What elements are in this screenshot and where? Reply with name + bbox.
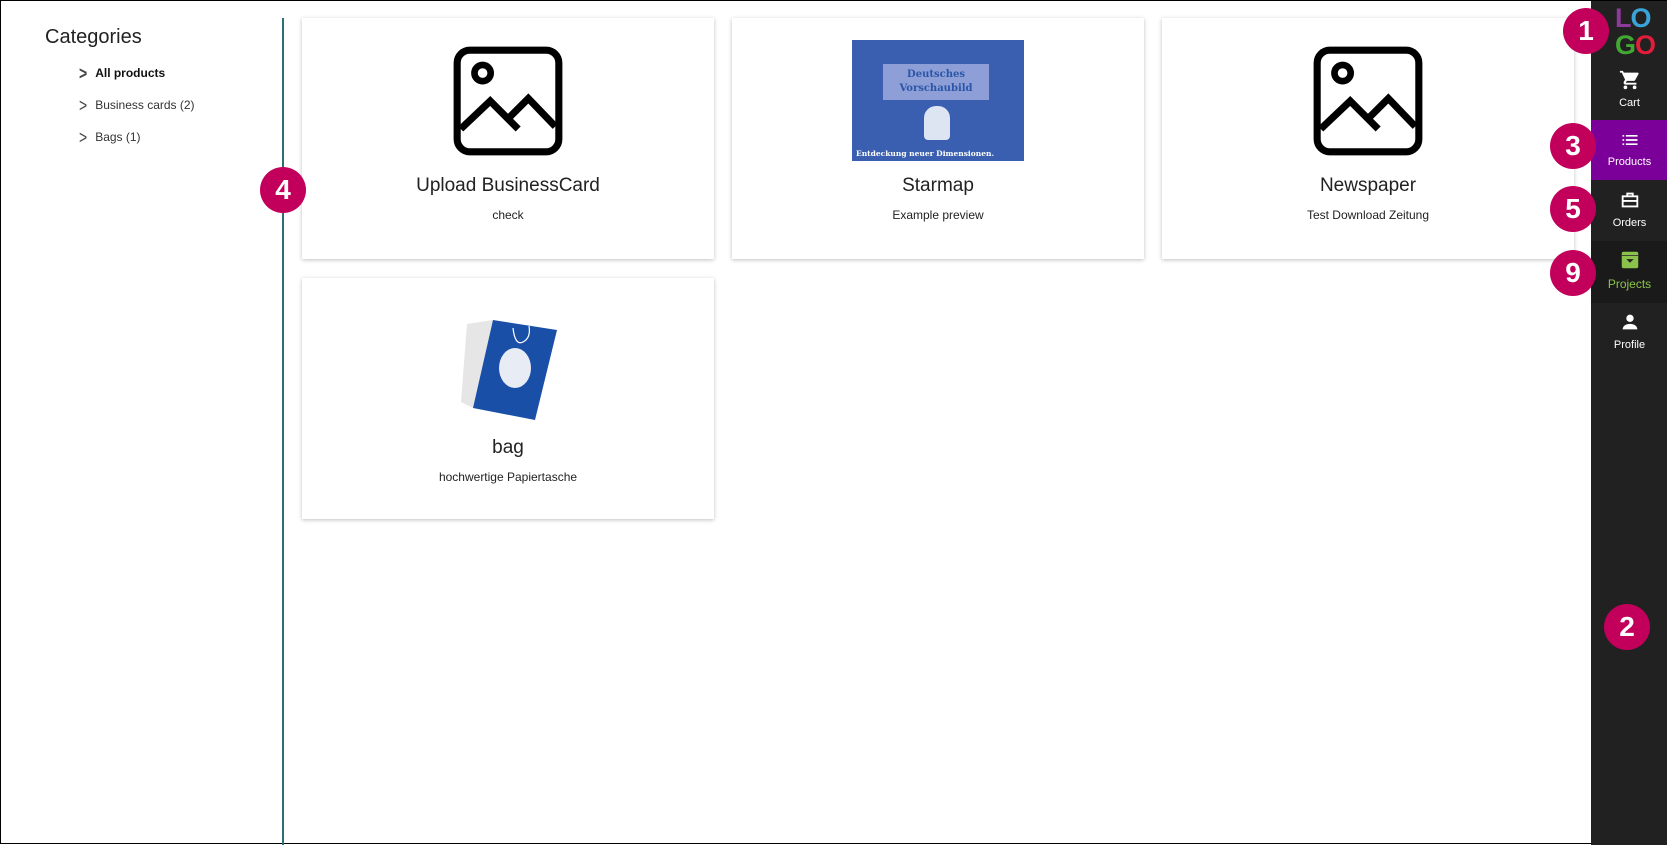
product-title: bag	[492, 437, 524, 458]
category-label: All products	[95, 66, 166, 80]
product-title: Upload BusinessCard	[416, 175, 600, 196]
product-subtitle: check	[492, 208, 524, 222]
briefcase-icon	[1621, 192, 1638, 208]
category-label: Business cards (2)	[95, 98, 195, 112]
starmap-preview-image: Deutsches Vorschaubild Entdeckung neuer D…	[852, 40, 1024, 161]
preview-text: Vorschaubild	[899, 83, 973, 94]
product-subtitle: hochwertige Papiertasche	[438, 470, 578, 484]
chevron-right-icon: >	[79, 94, 88, 116]
list-icon	[1622, 135, 1637, 145]
image-placeholder-icon	[453, 46, 563, 156]
person-icon	[1622, 314, 1637, 330]
annotation-badge-3: 3	[1550, 123, 1596, 169]
image-placeholder-icon	[1313, 46, 1423, 156]
astronaut-graphic	[924, 106, 950, 140]
bag-image	[461, 320, 557, 420]
sidebar: LO GO Cart Products Orders Projects Profi…	[1591, 1, 1667, 845]
annotation-badge-9: 9	[1550, 250, 1596, 296]
chevron-right-icon: >	[79, 62, 88, 84]
preview-text: Entdeckung neuer Dimensionen.	[856, 149, 995, 158]
product-subtitle: Example preview	[892, 208, 984, 222]
product-card-newspaper[interactable]: Newspaper Test Download Zeitung	[1162, 18, 1574, 259]
nav-label: Projects	[1607, 277, 1652, 291]
product-title: Newspaper	[1319, 175, 1417, 196]
product-card-bag[interactable]: bag hochwertige Papiertasche	[302, 278, 714, 519]
nav-products[interactable]: Products	[1591, 120, 1667, 180]
nav-label: Profile	[1613, 339, 1646, 351]
category-bags[interactable]: > Bags (1)	[79, 126, 141, 148]
category-all-products[interactable]: > All products	[79, 62, 166, 84]
preview-text: Deutsches	[907, 69, 965, 80]
product-card-starmap[interactable]: Deutsches Vorschaubild Entdeckung neuer D…	[732, 18, 1144, 259]
nav-profile[interactable]: Profile	[1591, 311, 1667, 361]
product-subtitle: Test Download Zeitung	[1306, 208, 1430, 222]
category-business-cards[interactable]: > Business cards (2)	[79, 94, 195, 116]
nav-label: Products	[1607, 156, 1652, 168]
nav-label: Orders	[1612, 217, 1647, 229]
logo[interactable]: LO GO	[1615, 5, 1656, 59]
nav-orders[interactable]: Orders	[1591, 189, 1667, 239]
cart-icon	[1619, 70, 1639, 90]
nav-cart[interactable]: Cart	[1591, 69, 1667, 117]
category-label: Bags (1)	[95, 130, 141, 144]
nav-label: Cart	[1619, 97, 1640, 109]
annotation-badge-2: 2	[1604, 604, 1650, 650]
chevron-right-icon: >	[79, 126, 88, 148]
product-card-upload-businesscard[interactable]: Upload BusinessCard check	[302, 18, 714, 259]
categories-panel: Categories > All products > Business cards…	[1, 1, 282, 845]
product-title: Starmap	[902, 175, 974, 196]
nav-projects[interactable]: Projects	[1591, 241, 1667, 303]
annotation-badge-1: 1	[1563, 8, 1609, 54]
annotation-badge-4: 4	[260, 167, 306, 213]
divider	[282, 18, 284, 845]
annotation-badge-5: 5	[1550, 186, 1596, 232]
archive-icon	[1621, 251, 1638, 269]
categories-title: Categories	[45, 26, 142, 48]
